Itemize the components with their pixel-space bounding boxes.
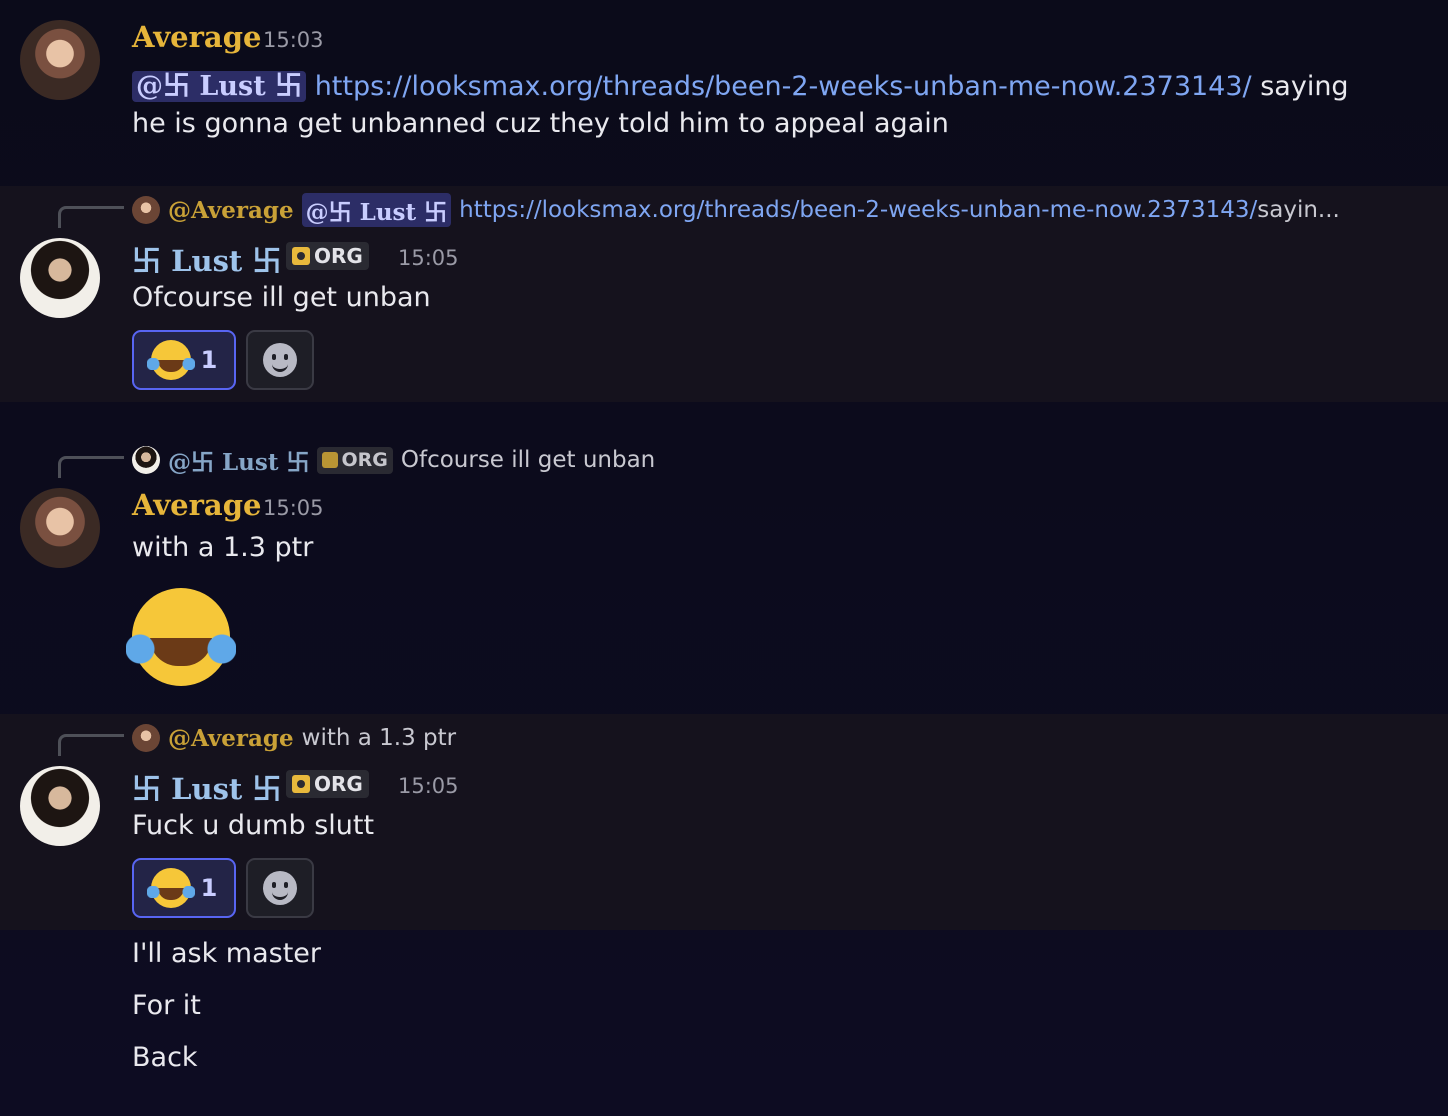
badge-label: ORG	[314, 772, 363, 796]
reply-text: sayin...	[1257, 197, 1340, 223]
reply-author[interactable]: @Average	[168, 725, 294, 752]
timestamp: 15:03	[263, 28, 324, 52]
reply-role-badge: ORG	[317, 446, 393, 474]
timestamp: 15:05	[398, 246, 459, 270]
reply-link: https://looksmax.org/threads/been-2-week…	[459, 197, 1258, 223]
message-content: @卐 Lust 卐 https://looksmax.org/threads/b…	[132, 64, 1349, 103]
add-reaction-button[interactable]	[246, 330, 314, 390]
reply-preview[interactable]: @卐 Lust 卐 ORG Ofcourse ill get unban	[132, 444, 655, 476]
reaction-count: 1	[200, 874, 218, 902]
role-badge: ORG	[286, 242, 369, 270]
message: @Average @卐 Lust 卐 https://looksmax.org/…	[0, 186, 1448, 402]
author-name[interactable]: 卐 Lust 卐	[132, 238, 281, 280]
reaction-count: 1	[200, 346, 218, 374]
timestamp: 15:05	[398, 774, 459, 798]
reaction-bar: 1	[132, 330, 314, 390]
joy-emoji-icon	[146, 868, 195, 908]
crown-icon	[322, 452, 339, 468]
joy-emoji-icon	[126, 588, 236, 686]
avatar[interactable]	[20, 766, 100, 846]
reaction-joy[interactable]: 1	[132, 330, 236, 390]
reply-connector	[58, 734, 124, 756]
message-text: saying	[1251, 71, 1349, 102]
message-text-line2: he is gonna get unbanned cuz they told h…	[132, 108, 949, 139]
add-reaction-icon	[263, 343, 297, 377]
followup-message: For it	[132, 990, 201, 1021]
author-name[interactable]: Average	[132, 488, 261, 522]
timestamp: 15:05	[263, 496, 324, 520]
reply-connector	[58, 206, 124, 228]
joy-emoji-icon	[146, 340, 195, 380]
avatar[interactable]	[20, 20, 100, 100]
big-joy-emoji	[126, 588, 236, 686]
reply-author[interactable]: @Average	[168, 197, 294, 224]
crown-icon	[292, 247, 310, 265]
message-text: with a 1.3 ptr	[132, 532, 314, 563]
role-badge: ORG	[286, 770, 369, 798]
add-reaction-icon	[263, 871, 297, 905]
reply-avatar	[132, 196, 160, 224]
followup-message: I'll ask master	[132, 938, 322, 969]
reply-avatar	[132, 446, 160, 474]
message: Average 15:03 @卐 Lust 卐 https://looksmax…	[0, 0, 1448, 186]
message: @Average with a 1.3 ptr 卐 Lust 卐 ORG 15:…	[0, 714, 1448, 930]
reply-connector	[58, 456, 124, 478]
badge-label: ORG	[314, 244, 363, 268]
author-name[interactable]: 卐 Lust 卐	[132, 766, 281, 808]
reaction-bar: 1	[132, 858, 314, 918]
reply-avatar	[132, 724, 160, 752]
add-reaction-button[interactable]	[246, 858, 314, 918]
reply-mention[interactable]: @卐 Lust 卐	[301, 193, 452, 227]
reply-author[interactable]: @卐 Lust 卐	[168, 443, 309, 477]
avatar[interactable]	[20, 238, 100, 318]
avatar[interactable]	[20, 488, 100, 568]
message-text: Ofcourse ill get unban	[132, 282, 431, 313]
reply-text: with a 1.3 ptr	[301, 725, 457, 751]
message-link[interactable]: https://looksmax.org/threads/been-2-week…	[315, 71, 1252, 102]
author-name[interactable]: Average	[132, 20, 261, 54]
reply-preview[interactable]: @Average with a 1.3 ptr	[132, 722, 456, 754]
reply-text: Ofcourse ill get unban	[400, 447, 656, 473]
crown-icon	[292, 775, 310, 793]
badge-label: ORG	[341, 449, 388, 471]
reaction-joy[interactable]: 1	[132, 858, 236, 918]
user-mention[interactable]: @卐 Lust 卐	[132, 71, 307, 102]
reply-preview[interactable]: @Average @卐 Lust 卐 https://looksmax.org/…	[132, 193, 1340, 227]
message-text: Fuck u dumb slutt	[132, 810, 375, 841]
followup-message: Back	[132, 1042, 198, 1073]
